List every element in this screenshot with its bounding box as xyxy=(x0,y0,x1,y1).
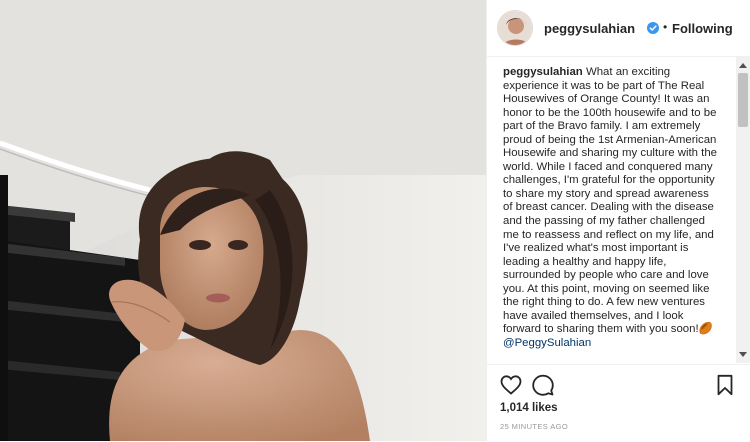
post-photo[interactable] xyxy=(0,0,486,441)
action-bar: 1,014 likes 25 MINUTES AGO xyxy=(487,364,750,442)
heart-icon[interactable] xyxy=(499,373,523,397)
scrollbar-thumb[interactable] xyxy=(738,73,748,127)
post-header: peggysulahian • Following xyxy=(487,0,750,57)
caption-text: peggysulahian What an exciting experienc… xyxy=(503,66,719,350)
comment-icon[interactable] xyxy=(531,373,555,397)
likes-count[interactable]: 1,014 likes xyxy=(500,402,558,414)
scroll-down-arrow-icon[interactable] xyxy=(739,352,747,357)
caption-scrollbar[interactable] xyxy=(736,57,750,363)
verified-badge-icon xyxy=(647,22,659,34)
scroll-up-arrow-icon[interactable] xyxy=(739,63,747,68)
caption-scroll-area[interactable]: peggysulahian What an exciting experienc… xyxy=(487,57,750,363)
bookmark-icon[interactable] xyxy=(713,373,737,397)
following-button[interactable]: Following xyxy=(672,21,733,36)
caption-body: What an exciting experience it was to be… xyxy=(503,66,717,336)
caption-author-link[interactable]: peggysulahian xyxy=(503,66,583,78)
post-timestamp[interactable]: 25 MINUTES AGO xyxy=(500,422,568,431)
post-side-panel: peggysulahian • Following peggysulahian … xyxy=(486,0,750,441)
football-emoji: 🏉 xyxy=(698,323,713,336)
header-separator: • xyxy=(663,20,668,34)
avatar-image xyxy=(498,11,532,45)
instagram-post: peggysulahian • Following peggysulahian … xyxy=(0,0,750,441)
post-photo-image xyxy=(0,0,486,441)
mention-link[interactable]: @PeggySulahian xyxy=(503,337,719,351)
avatar[interactable] xyxy=(497,10,533,46)
profile-username-link[interactable]: peggysulahian xyxy=(544,21,635,36)
